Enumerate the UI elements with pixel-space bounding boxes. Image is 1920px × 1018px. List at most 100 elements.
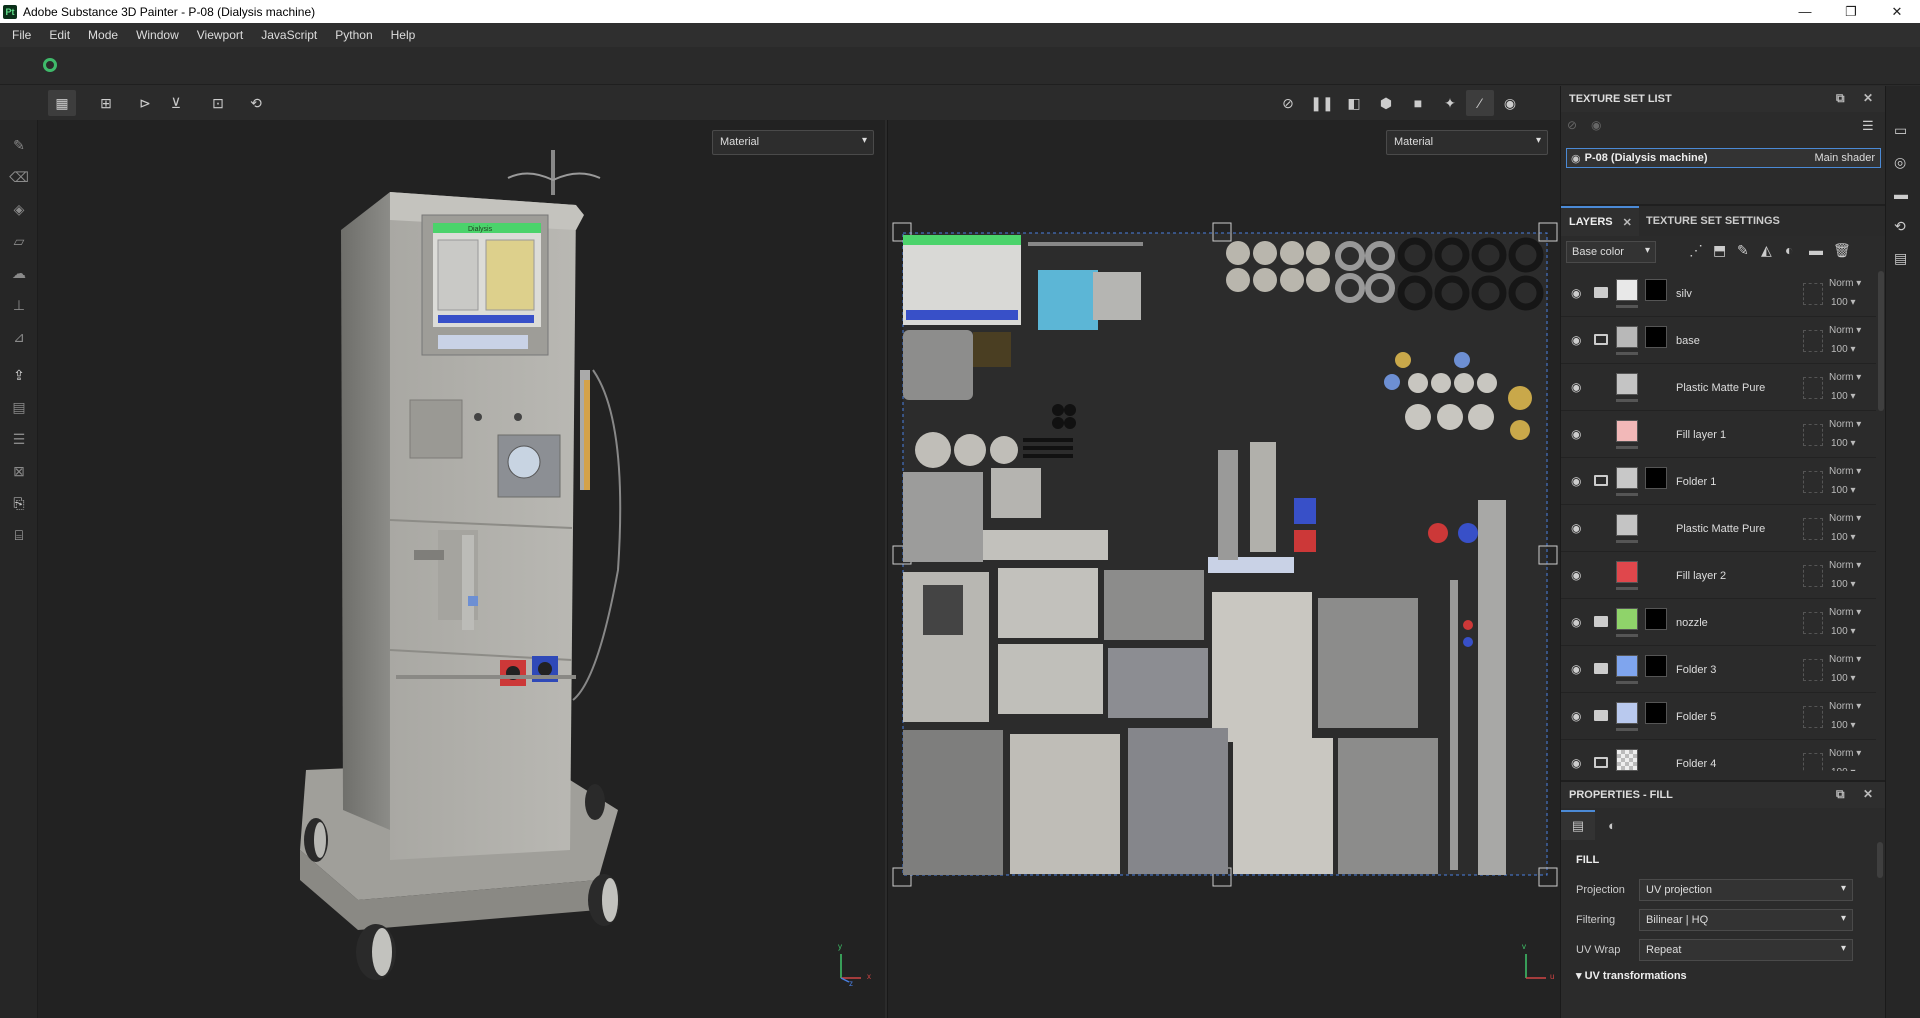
- viewport-2d[interactable]: Material ▾ v u: [887, 120, 1560, 1018]
- layer-name[interactable]: Folder 5: [1676, 711, 1716, 723]
- panel-close-icon[interactable]: ✕: [1863, 91, 1873, 105]
- filtering-select[interactable]: Bilinear | HQ ▾: [1639, 909, 1853, 931]
- layer-name[interactable]: base: [1676, 335, 1700, 347]
- polygon-fill-icon[interactable]: ▱: [8, 230, 30, 252]
- projection-select[interactable]: UV projection ▾: [1639, 879, 1853, 901]
- symmetry-x-icon[interactable]: ⊳: [131, 90, 159, 116]
- add-paint-layer-icon[interactable]: ✎: [1737, 242, 1749, 259]
- display-settings-icon[interactable]: ◎: [1894, 154, 1906, 171]
- history-icon[interactable]: ⟲: [242, 90, 270, 116]
- measure-icon[interactable]: ⊠: [8, 460, 30, 482]
- add-mask-icon[interactable]: ⬒: [1713, 242, 1726, 259]
- layer-thumbnail[interactable]: [1616, 608, 1638, 630]
- export-icon[interactable]: ⎘: [8, 492, 30, 514]
- layer-effect-slot[interactable]: [1803, 706, 1823, 728]
- layer-row[interactable]: ◉ Folder 1 Norm ▾ 100 ▾: [1561, 459, 1876, 505]
- lighting-icon[interactable]: ✦: [1436, 90, 1464, 116]
- layer-blend-mode[interactable]: Norm ▾: [1829, 466, 1861, 477]
- layer-effect-slot[interactable]: [1803, 283, 1823, 305]
- cube-view-icon[interactable]: ⬢: [1372, 90, 1400, 116]
- layer-row[interactable]: ◉ Plastic Matte Pure Norm ▾ 100 ▾: [1561, 365, 1876, 411]
- layer-opacity[interactable]: 100 ▾: [1831, 344, 1856, 355]
- assets-icon[interactable]: ▤: [8, 396, 30, 418]
- frame-icon[interactable]: ⊡: [204, 90, 232, 116]
- layer-visibility-icon[interactable]: ◉: [1571, 380, 1581, 394]
- layer-visibility-icon[interactable]: ◉: [1571, 333, 1581, 347]
- folder-icon[interactable]: [1594, 663, 1608, 674]
- layer-visibility-icon[interactable]: ◉: [1571, 662, 1581, 676]
- maximize-button[interactable]: ❐: [1828, 0, 1874, 23]
- link-icon[interactable]: ⊘: [1567, 118, 1577, 132]
- layer-name[interactable]: Fill layer 1: [1676, 429, 1726, 441]
- layer-blend-mode[interactable]: Norm ▾: [1829, 560, 1861, 571]
- properties-undock-icon[interactable]: ⧉: [1836, 787, 1845, 802]
- layer-scrollbar[interactable]: [1878, 271, 1884, 411]
- tab-layers[interactable]: LAYERS ✕: [1561, 206, 1639, 236]
- eraser-icon[interactable]: ⌫: [8, 166, 30, 188]
- projection-icon[interactable]: ◈: [8, 198, 30, 220]
- symmetry-y-icon[interactable]: ⊻: [162, 90, 190, 116]
- grid-view-icon[interactable]: ▦: [48, 90, 76, 116]
- layer-name[interactable]: Folder 1: [1676, 476, 1716, 488]
- bake-icon[interactable]: ⇪: [8, 364, 30, 386]
- layer-row[interactable]: ◉ Folder 3 Norm ▾ 100 ▾: [1561, 647, 1876, 693]
- layer-visibility-icon[interactable]: ◉: [1571, 756, 1581, 770]
- layer-name[interactable]: Plastic Matte Pure: [1676, 382, 1765, 394]
- layer-name[interactable]: Folder 4: [1676, 758, 1716, 770]
- minimize-button[interactable]: —: [1782, 0, 1828, 23]
- shelf-icon[interactable]: ⌸: [8, 524, 30, 546]
- menu-window[interactable]: Window: [130, 28, 185, 42]
- folder-icon[interactable]: [1594, 334, 1608, 345]
- layer-opacity[interactable]: 100 ▾: [1831, 297, 1856, 308]
- layer-thumbnail[interactable]: [1616, 373, 1638, 395]
- menu-javascript[interactable]: JavaScript: [255, 28, 323, 42]
- folder-icon[interactable]: [1594, 710, 1608, 721]
- menu-python[interactable]: Python: [329, 28, 378, 42]
- paint-brush-icon[interactable]: ✎: [8, 134, 30, 156]
- layer-row[interactable]: ◉ Folder 4 Norm ▾ 100 ▾: [1561, 741, 1876, 771]
- add-folder-icon[interactable]: ▬: [1809, 242, 1823, 258]
- folder-icon[interactable]: [1594, 475, 1608, 486]
- layer-name[interactable]: Folder 3: [1676, 664, 1716, 676]
- chat-icon[interactable]: ▭: [1894, 122, 1907, 139]
- tab-texture-set-settings[interactable]: TEXTURE SET SETTINGS: [1646, 206, 1780, 236]
- add-effect-icon[interactable]: ⋰: [1689, 242, 1703, 259]
- hide-icon[interactable]: ⊘: [1274, 90, 1302, 116]
- layer-mask-thumbnail[interactable]: [1645, 655, 1667, 677]
- history-panel-icon[interactable]: ⟲: [1894, 218, 1906, 235]
- texture-set-item[interactable]: ◉ P-08 (Dialysis machine) Main shader: [1566, 148, 1881, 168]
- layer-thumbnail[interactable]: [1616, 467, 1638, 489]
- layer-blend-mode[interactable]: Norm ▾: [1829, 748, 1861, 759]
- properties-scrollbar[interactable]: [1877, 842, 1883, 878]
- menu-viewport[interactable]: Viewport: [191, 28, 249, 42]
- layer-opacity[interactable]: 100 ▾: [1831, 438, 1856, 449]
- layer-name[interactable]: nozzle: [1676, 617, 1708, 629]
- layer-effect-slot[interactable]: [1803, 565, 1823, 587]
- layer-row[interactable]: ◉ base Norm ▾ 100 ▾: [1561, 318, 1876, 364]
- options-menu-icon[interactable]: ☰: [1862, 118, 1874, 134]
- layer-visibility-icon[interactable]: ◉: [1571, 615, 1581, 629]
- layer-row[interactable]: ◉ silv Norm ▾ 100 ▾: [1561, 271, 1876, 317]
- uv-wrap-select[interactable]: Repeat ▾: [1639, 939, 1853, 961]
- layer-opacity[interactable]: 100 ▾: [1831, 626, 1856, 637]
- layer-opacity[interactable]: 100 ▾: [1831, 673, 1856, 684]
- layer-effect-slot[interactable]: [1803, 612, 1823, 634]
- layer-blend-mode[interactable]: Norm ▾: [1829, 513, 1861, 524]
- menu-edit[interactable]: Edit: [43, 28, 76, 42]
- screenshot-icon[interactable]: ◉: [1496, 90, 1524, 116]
- layers-icon[interactable]: ☰: [8, 428, 30, 450]
- add-fill-layer-icon[interactable]: ◭: [1761, 242, 1772, 259]
- layer-thumbnail[interactable]: [1616, 749, 1638, 771]
- layer-row[interactable]: ◉ Fill layer 2 Norm ▾ 100 ▾: [1561, 553, 1876, 599]
- layer-thumbnail[interactable]: [1616, 655, 1638, 677]
- add-smart-material-icon[interactable]: ◐: [1785, 242, 1793, 258]
- smudge-icon[interactable]: ☁: [8, 262, 30, 284]
- layer-opacity[interactable]: 100 ▾: [1831, 391, 1856, 402]
- layer-opacity[interactable]: 100 ▾: [1831, 720, 1856, 731]
- layer-blend-mode[interactable]: Norm ▾: [1829, 278, 1861, 289]
- layer-effect-slot[interactable]: [1803, 377, 1823, 399]
- layer-blend-mode[interactable]: Norm ▾: [1829, 372, 1861, 383]
- close-button[interactable]: ✕: [1874, 0, 1920, 23]
- layer-effect-slot[interactable]: [1803, 330, 1823, 352]
- layer-blend-mode[interactable]: Norm ▾: [1829, 654, 1861, 665]
